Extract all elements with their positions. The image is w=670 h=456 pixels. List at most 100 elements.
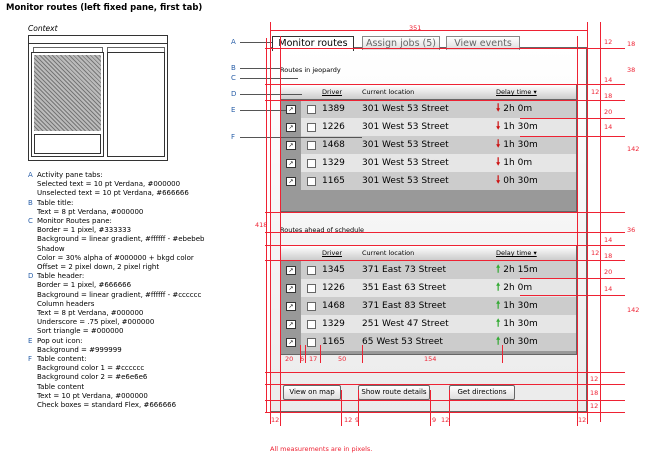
delay-cell: 🠗 1h 0m xyxy=(496,155,576,172)
arrow-down-icon: 🠗 xyxy=(496,120,501,132)
location-column-header[interactable]: Current location xyxy=(356,249,496,257)
note-line: Check boxes = standard Flex, #666666 xyxy=(37,401,177,410)
table-row[interactable]: ↗ 1329 301 West 53 Street 🠗 1h 0m xyxy=(281,154,576,172)
location-cell: 301 West 53 Street xyxy=(362,140,449,150)
table-row[interactable]: ↗ 1345 371 East 73 Street 🠕 2h 15m xyxy=(281,261,576,279)
popout-icon[interactable]: ↗ xyxy=(286,301,296,311)
dim-b12d: 12 xyxy=(578,416,587,424)
callout-c: C xyxy=(231,74,236,82)
callout-e: E xyxy=(231,106,236,114)
arrow-up-icon: 🠕 xyxy=(496,335,501,347)
dim-b12a: 12 xyxy=(271,416,280,424)
note-line: Text = 8 pt Verdana, #000000 xyxy=(37,207,144,216)
jeopardy-table: Driver Current location Delay time ▾ ↗ 1389 3… xyxy=(280,84,577,212)
delay-cell: 🠗 2h 0m xyxy=(496,101,576,118)
popout-icon[interactable]: ↗ xyxy=(286,319,296,329)
popout-icon[interactable]: ↗ xyxy=(286,283,296,293)
location-cell: 351 East 63 Street xyxy=(362,283,446,293)
popout-icon[interactable]: ↗ xyxy=(286,176,296,186)
dim-38: 38 xyxy=(627,66,636,74)
show-route-details-button[interactable]: Show route details xyxy=(358,385,430,400)
location-cell: 301 West 53 Street xyxy=(362,122,449,132)
note-line: Background color 2 = #e6e6e6 xyxy=(37,373,148,382)
dim-12a: 12 xyxy=(591,88,600,96)
row-checkbox[interactable] xyxy=(307,176,316,186)
note-line: Shadow xyxy=(37,244,65,253)
popout-icon[interactable]: ↗ xyxy=(286,140,296,150)
table-row[interactable]: ↗ 1468 301 West 53 Street 🠗 1h 30m xyxy=(281,136,576,154)
row-checkbox[interactable] xyxy=(307,301,316,311)
note-line: Underscore = .75 pixel, #000000 xyxy=(37,318,155,327)
arrow-up-icon: 🠕 xyxy=(496,317,501,329)
dim-b9b: 9 xyxy=(432,416,437,424)
dim-20a: 20 xyxy=(604,108,613,116)
popout-cell: ↗ xyxy=(281,172,301,190)
dim-12b: 12 xyxy=(591,249,600,257)
delay-cell: 🠗 0h 30m xyxy=(496,173,576,190)
note-letter: F xyxy=(28,355,33,364)
driver-cell: 1329 xyxy=(322,319,345,329)
view-on-map-button[interactable]: View on map xyxy=(283,385,341,400)
dim-20b: 20 xyxy=(604,268,613,276)
dim-col6: 6 xyxy=(300,355,305,363)
note-letter: D xyxy=(28,272,34,281)
location-cell: 371 East 73 Street xyxy=(362,265,446,275)
row-checkbox[interactable] xyxy=(307,265,316,275)
location-cell: 251 West 47 Street xyxy=(362,319,449,329)
driver-column-header[interactable]: Driver xyxy=(316,88,356,96)
table-row[interactable]: ↗ 1389 301 West 53 Street 🠗 2h 0m xyxy=(281,100,576,118)
context-label: Context xyxy=(28,24,58,33)
note-line: Selected text = 10 pt Verdana, #000000 xyxy=(37,180,181,189)
row-checkbox[interactable] xyxy=(307,158,316,168)
dim-b9a: 9 xyxy=(355,416,360,424)
footnote: All measurements are in pixels. xyxy=(270,445,373,453)
table-header: Driver Current location Delay time ▾ xyxy=(281,85,576,100)
location-column-header[interactable]: Current location xyxy=(356,88,496,96)
table-row[interactable]: ↗ 1468 371 East 83 Street 🠕 1h 30m xyxy=(281,297,576,315)
note-line: Background = linear gradient, #ffffff - … xyxy=(37,235,205,244)
dim-14d: 14 xyxy=(604,285,613,293)
note-letter: E xyxy=(28,336,33,345)
get-directions-button[interactable]: Get directions xyxy=(449,385,515,400)
dim-12c: 12 xyxy=(590,375,599,383)
delay-cell: 🠕 1h 30m xyxy=(496,316,576,333)
table-row[interactable]: ↗ 1165 301 West 53 Street 🠗 0h 30m xyxy=(281,172,576,190)
row-checkbox[interactable] xyxy=(307,319,316,329)
popout-icon[interactable]: ↗ xyxy=(286,265,296,275)
note-letter: B xyxy=(28,198,33,207)
popout-icon[interactable]: ↗ xyxy=(286,158,296,168)
row-checkbox[interactable] xyxy=(307,283,316,293)
delay-cell: 🠗 1h 30m xyxy=(496,119,576,136)
dim-col154: 154 xyxy=(424,355,437,363)
note-line: Background = #999999 xyxy=(37,345,122,354)
dim-14c: 14 xyxy=(604,236,613,244)
location-cell: 301 West 53 Street xyxy=(362,158,449,168)
dim-142a: 142 xyxy=(627,145,640,153)
note-heading: C Monitor Routes pane: xyxy=(28,217,112,226)
spec-notes: A Activity pane tabs: Selected text = 10 p… xyxy=(28,171,238,410)
driver-column-header[interactable]: Driver xyxy=(316,249,356,257)
row-checkbox[interactable] xyxy=(307,337,316,347)
popout-cell: ↗ xyxy=(281,154,301,172)
row-checkbox[interactable] xyxy=(307,104,316,114)
row-checkbox[interactable] xyxy=(307,122,316,132)
popout-icon[interactable]: ↗ xyxy=(286,122,296,132)
table-row[interactable]: ↗ 1329 251 West 47 Street 🠕 1h 30m xyxy=(281,315,576,333)
popout-icon[interactable]: ↗ xyxy=(286,104,296,114)
note-line: Offset = 2 pixel down, 2 pixel right xyxy=(37,263,160,272)
dim-14b: 14 xyxy=(604,123,613,131)
row-checkbox[interactable] xyxy=(307,140,316,150)
table-row[interactable]: ↗ 1165 65 West 53 Street 🠕 0h 30m xyxy=(281,333,576,351)
delay-column-header[interactable]: Delay time ▾ xyxy=(496,249,537,257)
location-cell: 301 West 53 Street xyxy=(362,176,449,186)
note-line: Column headers xyxy=(37,299,95,308)
popout-cell: ↗ xyxy=(281,297,301,315)
callout-f: F xyxy=(231,133,236,141)
table-row[interactable]: ↗ 1226 301 West 53 Street 🠗 1h 30m xyxy=(281,118,576,136)
popout-icon[interactable]: ↗ xyxy=(286,337,296,347)
location-cell: 371 East 83 Street xyxy=(362,301,446,311)
dim-12: 12 xyxy=(604,38,613,46)
note-line: Sort triangle = #000000 xyxy=(37,327,124,336)
dim-18a: 18 xyxy=(604,92,613,100)
delay-column-header[interactable]: Delay time ▾ xyxy=(496,88,537,96)
